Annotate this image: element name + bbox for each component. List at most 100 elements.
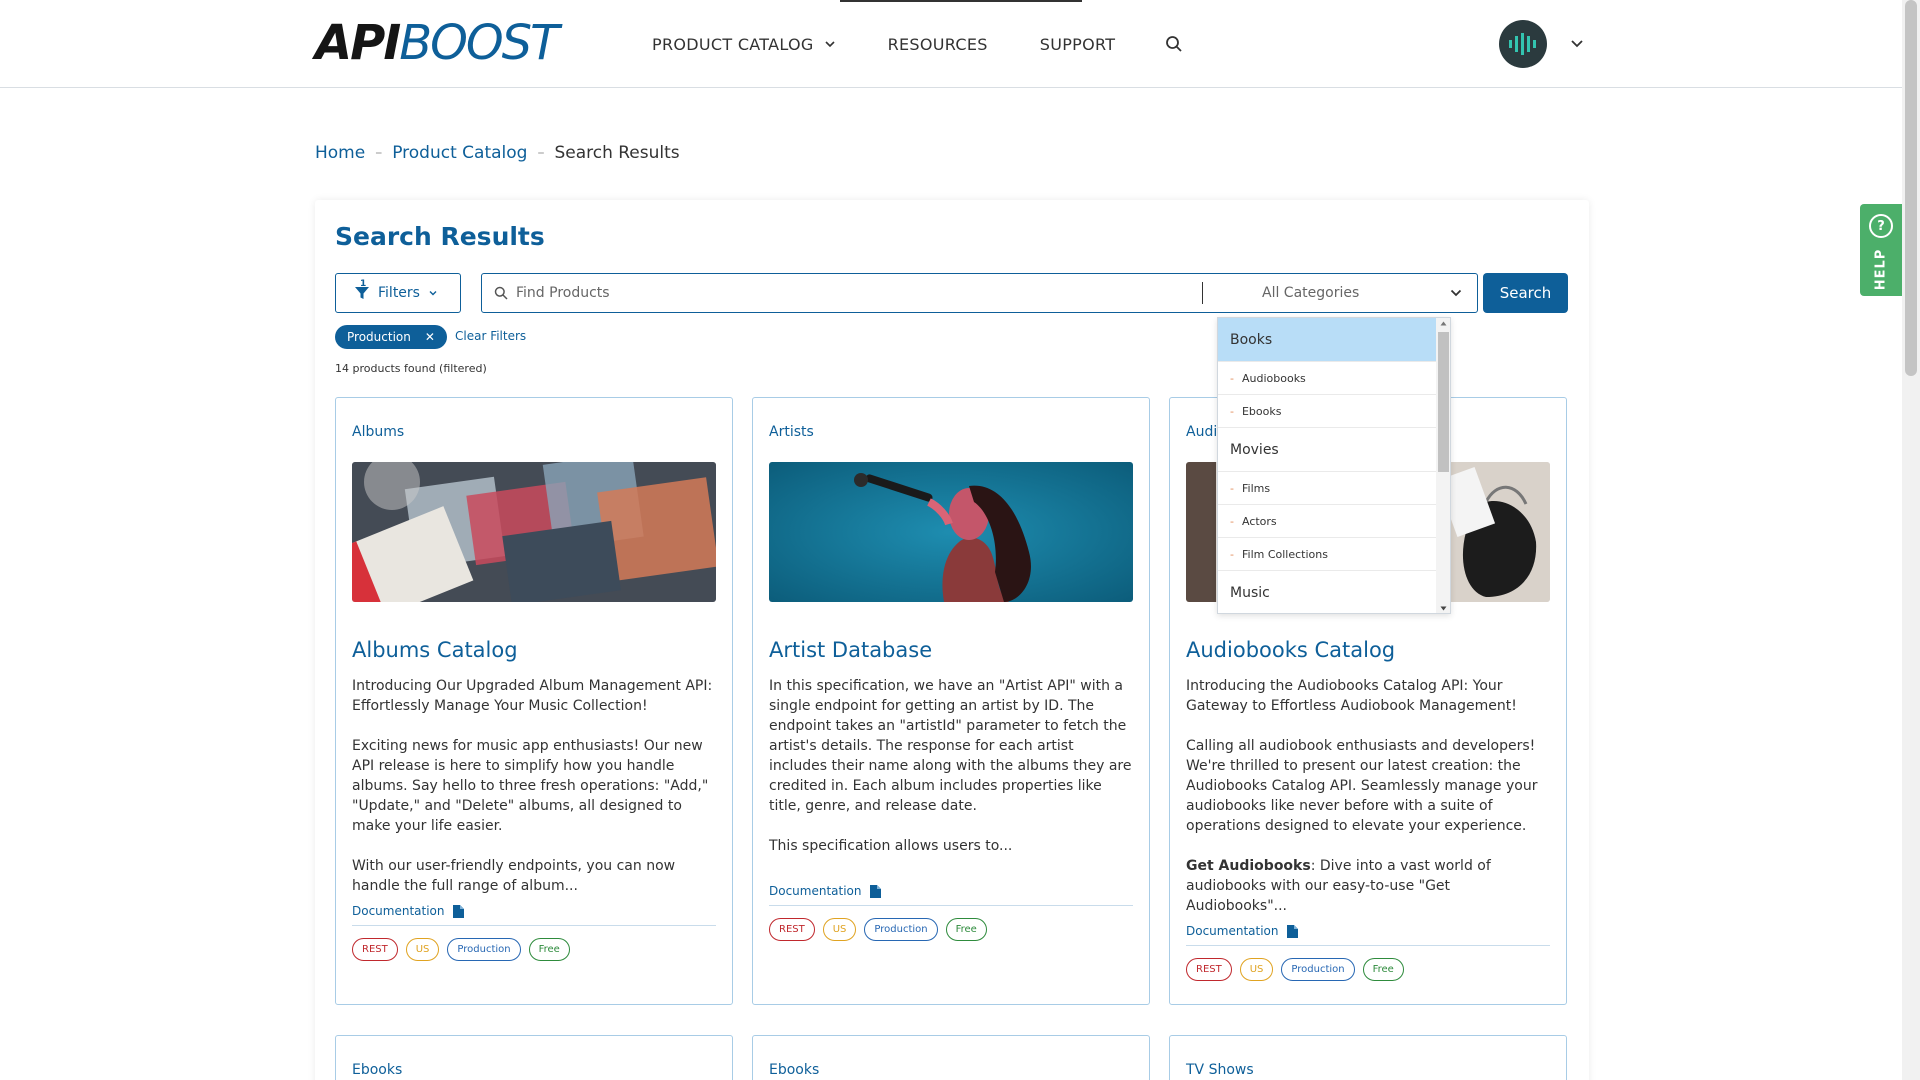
nav-resources-label: RESOURCES xyxy=(887,34,988,54)
chevron-down-icon xyxy=(429,291,437,296)
tag-production: Production xyxy=(864,918,938,941)
search-icon xyxy=(1166,36,1182,52)
funnel-icon: 1 xyxy=(354,279,370,301)
documentation-label: Documentation xyxy=(352,904,445,918)
dropdown-option-movies[interactable]: Movies xyxy=(1218,428,1436,472)
chevron-down-icon xyxy=(1450,289,1462,297)
product-card-ebooks[interactable]: Ebooks xyxy=(335,1035,733,1080)
card-category[interactable]: Artists xyxy=(769,424,814,440)
card-description-p2: Exciting news for music app enthusiasts!… xyxy=(352,738,709,834)
results-count: 14 products found (filtered) xyxy=(335,362,487,375)
card-tags: REST US Production Free xyxy=(769,918,987,941)
text-cursor xyxy=(1202,282,1203,304)
card-description-p1: Introducing the Audiobooks Catalog API: … xyxy=(1186,678,1517,714)
category-dropdown-list: Books - Audiobooks - Ebooks Movies - Films … xyxy=(1218,318,1436,613)
card-description-p3: With our user-friendly endpoints, you ca… xyxy=(352,858,676,894)
option-label: Actors xyxy=(1241,514,1277,528)
waveform-icon xyxy=(1509,33,1536,55)
dropdown-scrollbar-thumb[interactable] xyxy=(1438,332,1449,472)
category-select[interactable]: All Categories xyxy=(1222,274,1477,312)
account-menu-chevron-icon[interactable] xyxy=(1569,36,1585,52)
nav-product-catalog-label: PRODUCT CATALOG xyxy=(652,34,814,54)
tag-us: US xyxy=(822,918,857,941)
main-nav: PRODUCT CATALOG RESOURCES SUPPORT xyxy=(652,0,1183,88)
card-description-p3-bold: Get Audiobooks xyxy=(1186,858,1311,874)
option-label: Films xyxy=(1241,481,1271,495)
product-card-ebooks-2[interactable]: Ebooks xyxy=(752,1035,1150,1080)
apiboost-logo[interactable]: API BOOST xyxy=(315,15,559,71)
dropdown-option-film-collections[interactable]: - Film Collections xyxy=(1218,538,1436,571)
card-title[interactable]: Artist Database xyxy=(769,638,932,662)
tag-rest: REST xyxy=(352,938,398,961)
scroll-down-arrow-icon[interactable] xyxy=(1440,605,1447,612)
dropdown-option-audiobooks[interactable]: - Audiobooks xyxy=(1218,362,1436,395)
search-input[interactable] xyxy=(514,275,1214,311)
card-category[interactable]: Audi xyxy=(1186,424,1217,440)
documentation-label: Documentation xyxy=(769,884,862,898)
filters-label: Filters xyxy=(378,285,420,301)
help-label: HELP xyxy=(1873,248,1889,291)
top-header: API BOOST PRODUCT CATALOG RESOURCES SUPPO… xyxy=(0,0,1902,88)
nav-search-button[interactable] xyxy=(1165,0,1183,88)
search-button[interactable]: Search xyxy=(1483,273,1568,313)
nav-resources[interactable]: RESOURCES xyxy=(888,0,988,88)
tag-free: Free xyxy=(1362,958,1404,981)
card-category[interactable]: Albums xyxy=(352,424,404,440)
dropdown-option-films[interactable]: - Films xyxy=(1218,472,1436,505)
nav-support-label: SUPPORT xyxy=(1039,34,1116,54)
documentation-label: Documentation xyxy=(1186,924,1279,938)
page-scrollbar-thumb[interactable] xyxy=(1905,0,1917,376)
option-dash: - xyxy=(1230,481,1234,495)
breadcrumb-product-catalog[interactable]: Product Catalog xyxy=(392,143,527,163)
option-dash: - xyxy=(1230,404,1234,418)
clear-filters-link[interactable]: Clear Filters xyxy=(455,329,526,343)
product-card-tv-shows[interactable]: TV Shows xyxy=(1169,1035,1567,1080)
dropdown-scrollbar[interactable] xyxy=(1436,318,1450,613)
documentation-link[interactable]: Documentation xyxy=(1186,924,1298,938)
card-divider xyxy=(1186,945,1550,946)
nav-product-catalog[interactable]: PRODUCT CATALOG xyxy=(652,0,1082,88)
card-category[interactable]: TV Shows xyxy=(1186,1062,1254,1078)
breadcrumb-home[interactable]: Home xyxy=(315,143,365,163)
nav-support[interactable]: SUPPORT xyxy=(1040,0,1116,88)
dropdown-option-music[interactable]: Music xyxy=(1218,571,1436,613)
logo-api-text: API xyxy=(315,15,401,71)
category-select-value: All Categories xyxy=(1262,285,1360,301)
tag-production: Production xyxy=(1281,958,1355,981)
documentation-link[interactable]: Documentation xyxy=(352,904,464,918)
card-title[interactable]: Audiobooks Catalog xyxy=(1186,638,1395,662)
card-title[interactable]: Albums Catalog xyxy=(352,638,518,662)
active-filter-label: Production xyxy=(347,330,411,344)
user-avatar[interactable] xyxy=(1499,20,1547,68)
remove-filter-icon[interactable]: ✕ xyxy=(425,330,435,344)
dropdown-option-ebooks[interactable]: - Ebooks xyxy=(1218,395,1436,428)
document-icon xyxy=(452,904,464,918)
option-dash: - xyxy=(1230,514,1234,528)
product-card-albums[interactable]: Albums Albums Catalog Introducing Our Up… xyxy=(335,397,733,1005)
breadcrumb-separator: – xyxy=(537,145,545,161)
filters-button[interactable]: 1 Filters xyxy=(335,273,461,313)
help-tab[interactable]: ? HELP xyxy=(1860,204,1902,296)
card-tags: REST US Production Free xyxy=(1186,958,1404,981)
search-box: All Categories xyxy=(481,273,1478,313)
card-category[interactable]: Ebooks xyxy=(769,1062,819,1078)
card-image-artists xyxy=(769,462,1133,602)
logo-boost-text: BOOST xyxy=(399,15,559,71)
tag-free: Free xyxy=(945,918,987,941)
dropdown-option-actors[interactable]: - Actors xyxy=(1218,505,1436,538)
card-description: Introducing the Audiobooks Catalog API: … xyxy=(1186,676,1552,936)
breadcrumb-current: Search Results xyxy=(554,143,680,163)
page-scrollbar[interactable] xyxy=(1902,0,1920,1080)
option-label: Film Collections xyxy=(1241,547,1328,561)
card-category[interactable]: Ebooks xyxy=(352,1062,402,1078)
card-description-p3: Get Audiobooks: Dive into a vast world o… xyxy=(1186,856,1552,916)
dropdown-option-books[interactable]: Books xyxy=(1218,318,1436,362)
product-card-artists[interactable]: Artists Artist Database In this specific… xyxy=(752,397,1150,1005)
documentation-link[interactable]: Documentation xyxy=(769,884,881,898)
scroll-up-arrow-icon[interactable] xyxy=(1440,320,1447,327)
tag-us: US xyxy=(405,938,440,961)
card-description: In this specification, we have an "Artis… xyxy=(769,676,1135,876)
tag-production: Production xyxy=(447,938,521,961)
option-label: Ebooks xyxy=(1241,404,1282,418)
tag-rest: REST xyxy=(769,918,815,941)
